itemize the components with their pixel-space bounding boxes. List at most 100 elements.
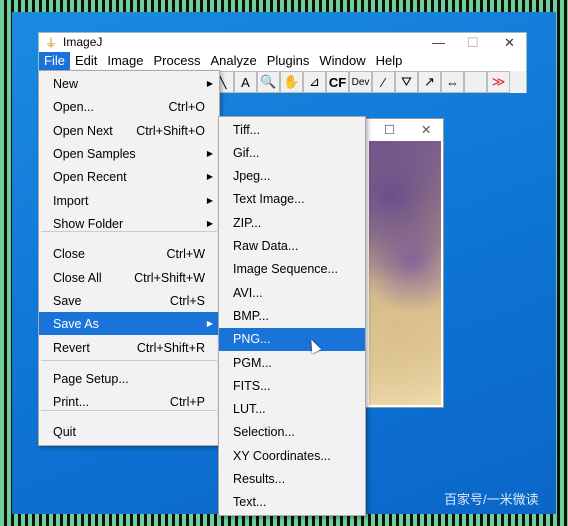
- cf-icon: CF: [328, 74, 347, 90]
- save-as-item[interactable]: Selection...: [219, 421, 365, 444]
- file-menu-item[interactable]: Print... Ctrl+P: [39, 390, 219, 413]
- file-menu-item[interactable]: New ▶: [39, 72, 219, 95]
- menu-item-label: AVI...: [233, 285, 263, 300]
- menu-item-label: Gif...: [233, 145, 260, 160]
- cf-tool-button[interactable]: CF: [326, 71, 349, 93]
- menu-help[interactable]: Help: [371, 52, 408, 71]
- minimize-button[interactable]: —: [432, 35, 445, 50]
- image-canvas[interactable]: [369, 141, 441, 405]
- menu-item-label: ZIP...: [233, 215, 262, 230]
- more-icon: ≫: [491, 74, 506, 89]
- save-as-item[interactable]: Text Image...: [219, 188, 365, 211]
- image-window[interactable]: ☐ ✕: [365, 118, 444, 408]
- menu-process[interactable]: Process: [149, 52, 206, 71]
- blank-tool-button[interactable]: [464, 71, 487, 93]
- file-menu-item[interactable]: Open Recent ▶: [39, 165, 219, 188]
- maximize-button[interactable]: ☐: [467, 35, 479, 51]
- save-as-submenu: Tiff... Gif... Jpeg... Text Image... ZIP... R…: [218, 116, 366, 516]
- save-as-item[interactable]: XY Coordinates...: [219, 444, 365, 467]
- menu-item-label: Image Sequence...: [233, 262, 338, 277]
- menu-item-label: PNG...: [233, 332, 271, 347]
- save-as-item[interactable]: Text...: [219, 491, 365, 514]
- menu-edit[interactable]: Edit: [70, 52, 102, 71]
- save-as-item[interactable]: PGM...: [219, 351, 365, 374]
- menu-window[interactable]: Window: [314, 52, 370, 71]
- brush-tool-button[interactable]: ∕: [372, 71, 395, 93]
- save-as-item[interactable]: AVI...: [219, 281, 365, 304]
- file-menu-item[interactable]: Open Next Ctrl+Shift+O: [39, 119, 219, 142]
- maximize-button[interactable]: ☐: [384, 122, 395, 137]
- menu-separator: [41, 360, 217, 361]
- menu-item-label: Text...: [233, 495, 267, 510]
- menu-file[interactable]: File: [39, 52, 70, 71]
- menu-item-label: Results...: [233, 472, 286, 486]
- menu-item-label: Selection...: [233, 425, 295, 440]
- menu-plugins[interactable]: Plugins: [262, 52, 315, 71]
- save-as-item[interactable]: FITS...: [219, 374, 365, 397]
- scroll-icon: ⇔: [446, 74, 459, 90]
- menu-item-label: Tiff...: [233, 122, 261, 137]
- arrow-tool-button[interactable]: ↗: [418, 71, 441, 93]
- save-as-item[interactable]: Raw Data...: [219, 235, 365, 258]
- menu-image[interactable]: Image: [102, 52, 148, 71]
- text-icon: A: [241, 74, 250, 90]
- menu-item-shortcut: Ctrl+Shift+O: [136, 123, 205, 138]
- arrow-icon: ↗: [424, 74, 435, 89]
- window-title: ImageJ: [63, 35, 103, 49]
- menu-item-label: Show Folder: [53, 216, 124, 231]
- flood-icon: ⛛: [401, 74, 412, 89]
- menu-item-label: Quit: [53, 424, 76, 439]
- more-tool-button[interactable]: ≫: [487, 71, 510, 93]
- file-menu-item[interactable]: Quit: [39, 420, 219, 443]
- file-menu-item[interactable]: Revert Ctrl+Shift+R: [39, 336, 219, 359]
- save-as-item[interactable]: Image Sequence...: [219, 258, 365, 281]
- menu-item-label: BMP...: [233, 308, 269, 323]
- menu-item-shortcut: Ctrl+Shift+R: [136, 340, 205, 355]
- scroll-tool-button[interactable]: ⇔: [441, 71, 464, 93]
- save-as-item[interactable]: ZIP...: [219, 211, 365, 234]
- menu-item-shortcut: Ctrl+O: [168, 99, 205, 114]
- save-as-item[interactable]: LUT...: [219, 398, 365, 421]
- hand-tool-button[interactable]: ✋: [280, 71, 303, 93]
- dropper-tool-button[interactable]: ⊿: [303, 71, 326, 93]
- file-menu-item[interactable]: Save As ▶: [39, 312, 219, 335]
- menu-item-label: Close: [53, 246, 85, 261]
- menu-item-label: Raw Data...: [233, 239, 299, 253]
- dev-tool-button[interactable]: Dev: [349, 71, 372, 93]
- save-as-item[interactable]: Tiff...: [219, 118, 365, 141]
- menu-item-label: Print...: [53, 394, 90, 409]
- menu-analyze[interactable]: Analyze: [205, 52, 261, 71]
- title-bar: ⏚ ImageJ — ☐ ✕: [39, 33, 526, 51]
- dropper-icon: ⊿: [309, 74, 320, 89]
- close-button[interactable]: ✕: [421, 122, 431, 137]
- submenu-arrow-icon: ▶: [206, 196, 213, 205]
- close-button[interactable]: ✕: [504, 35, 515, 51]
- file-menu-item[interactable]: Import ▶: [39, 189, 219, 212]
- menu-item-label: Page Setup...: [53, 371, 129, 386]
- file-menu-item[interactable]: Open... Ctrl+O: [39, 95, 219, 118]
- file-menu-item[interactable]: Show Folder ▶: [39, 212, 219, 235]
- flood-tool-button[interactable]: ⛛: [395, 71, 418, 93]
- file-menu-item[interactable]: Save Ctrl+S: [39, 289, 219, 312]
- menu-item-label: FITS...: [233, 378, 271, 393]
- file-menu-item[interactable]: Open Samples ▶: [39, 142, 219, 165]
- text-tool-button[interactable]: A: [234, 71, 257, 93]
- menu-item-shortcut: Ctrl+W: [166, 246, 205, 261]
- menu-item-label: Revert: [53, 340, 90, 355]
- save-as-item[interactable]: Results...: [219, 468, 365, 491]
- magnifier-tool-button[interactable]: 🔍: [257, 71, 280, 93]
- save-as-item[interactable]: BMP...: [219, 304, 365, 327]
- menu-item-label: Jpeg...: [233, 169, 271, 184]
- file-menu-item[interactable]: Close All Ctrl+Shift+W: [39, 266, 219, 289]
- menu-item-label: Save: [53, 293, 82, 308]
- save-as-item[interactable]: Gif...: [219, 141, 365, 164]
- brush-icon: ∕: [382, 74, 385, 90]
- file-menu-item[interactable]: Page Setup...: [39, 367, 219, 390]
- save-as-item[interactable]: Jpeg...: [219, 165, 365, 188]
- submenu-arrow-icon: ▶: [206, 219, 213, 228]
- save-as-item[interactable]: PNG...: [219, 327, 365, 351]
- menu-item-label: Open Recent: [53, 169, 127, 184]
- menu-item-label: New: [53, 76, 79, 91]
- menu-item-label: Import: [53, 193, 89, 208]
- file-menu-item[interactable]: Close Ctrl+W: [39, 242, 219, 265]
